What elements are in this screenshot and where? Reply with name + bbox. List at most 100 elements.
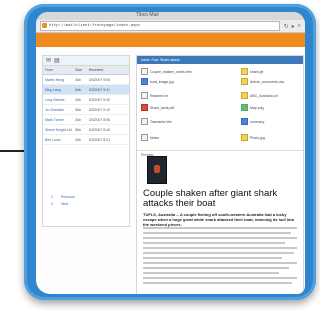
row-from: Ben Lowe: [45, 137, 61, 142]
attachment-label: boat_image.jpg: [150, 79, 174, 84]
url-field[interactable]: http://mailclient/frontpage/index.aspx: [40, 21, 280, 31]
row-from: Simon Knight Ltd: [45, 127, 72, 132]
row-from: Mark Turner: [45, 117, 64, 122]
image-file-icon: [141, 78, 148, 85]
row-size: 3kb: [75, 117, 81, 122]
folder-icon[interactable]: ▤: [54, 57, 60, 64]
article-headline: Couple shaken after giant shark attacks …: [143, 188, 278, 209]
row-size: 2kb: [75, 97, 81, 102]
list-row[interactable]: Simon Knight Ltd 8kb 3/3/2007 8:40: [43, 125, 129, 135]
row-received: 3/3/2007 8:40: [88, 127, 111, 132]
search-icon[interactable]: ⌕: [298, 23, 301, 30]
pager-item[interactable]: 2 Next: [51, 201, 75, 208]
row-from: Martin Hong: [45, 77, 65, 82]
attachment-item[interactable]: shark.gif: [241, 68, 263, 75]
refresh-icon[interactable]: ↻: [284, 23, 289, 30]
attachment-label: Shark_facts.pdf: [150, 105, 175, 110]
device-frame: Tibco Mail http://mailclient/frontpage/i…: [24, 4, 316, 300]
attachment-item[interactable]: Readme.txt: [141, 92, 168, 99]
photo-file-icon: [241, 134, 248, 141]
browser-nav-icons: ↻ ▸ ⌕: [284, 23, 301, 30]
message-list-pane: ✉ ▤ From Size Received Martin Hong 4kb 3…: [42, 55, 130, 227]
row-size: 5kb: [75, 107, 81, 112]
pager-label: Previous: [60, 195, 75, 199]
notes-file-icon: [141, 134, 148, 141]
attachment-grid: Couple_shaken_shark.htm shark.gif boat_i…: [137, 64, 303, 151]
list-pager: 1 Previous 2 Next: [51, 194, 75, 208]
attachment-item[interactable]: boat_image.jpg: [141, 78, 174, 85]
pager-label: Next: [60, 202, 69, 206]
col-size[interactable]: Size: [75, 68, 88, 72]
attachment-label: Article_comments.doc: [250, 79, 285, 84]
attachment-item[interactable]: summary: [241, 118, 264, 125]
row-received: 3/3/2007 9:41: [88, 87, 111, 92]
attachment-label: Couple_shaken_shark.htm: [150, 69, 192, 74]
row-received: 3/3/2007 8:55: [88, 117, 111, 122]
col-received[interactable]: Received: [89, 68, 129, 72]
summary-file-icon: [241, 118, 248, 125]
screen: Tibco Mail http://mailclient/frontpage/i…: [36, 12, 305, 294]
attachment-item[interactable]: Map.png: [241, 104, 264, 111]
row-from: Jo Chandler: [45, 107, 64, 112]
pdf-file-icon: [141, 104, 148, 111]
article-body: [143, 227, 297, 287]
row-received: 3/3/2007 9:12: [88, 107, 111, 112]
attachment-item[interactable]: ABC_Australia.url: [241, 92, 278, 99]
row-size: 2kb: [75, 137, 81, 142]
doc-file-icon: [241, 78, 248, 85]
attachment-item[interactable]: Shark_facts.pdf: [141, 104, 174, 111]
link-file-icon: [241, 92, 248, 99]
favicon-icon: [42, 23, 47, 28]
row-size: 8kb: [75, 127, 81, 132]
go-icon[interactable]: ▸: [292, 23, 295, 30]
pager-num: 1: [51, 195, 53, 199]
attachment-label: shark.gif: [250, 69, 264, 74]
pager-num: 2: [51, 202, 53, 206]
row-received: 3/3/2007 9:30: [88, 97, 111, 102]
attachment-item[interactable]: Tasmania.htm: [141, 118, 172, 125]
list-row[interactable]: Martin Hong 4kb 3/3/2007 9:54: [43, 75, 129, 85]
attachment-label: Notes: [150, 135, 160, 140]
browser-titlebar: Tibco Mail: [36, 12, 305, 20]
window-title: Tibco Mail: [136, 12, 159, 18]
attachment-label: Map.png: [250, 105, 264, 110]
row-size: 4kb: [75, 77, 81, 82]
list-header: From Size Received: [43, 66, 129, 75]
message-detail-pane: Inbox: Fwd: Shark attack Couple_shaken_s…: [136, 55, 304, 294]
app-content: ✉ ▤ From Size Received Martin Hong 4kb 3…: [36, 47, 305, 294]
row-size: 6kb: [75, 87, 81, 92]
row-from: Meg Lang: [45, 87, 61, 92]
file-icon: [141, 68, 148, 75]
list-row[interactable]: Jo Chandler 5kb 3/3/2007 9:12: [43, 105, 129, 115]
pager-item[interactable]: 1 Previous: [51, 194, 75, 201]
col-from[interactable]: From: [43, 68, 75, 72]
article-lead: TUFLS, Australia -- A couple fishing off…: [143, 212, 295, 227]
row-received: 3/3/2007 8:21: [88, 137, 111, 142]
attachment-label: Readme.txt: [150, 93, 168, 98]
article-photo: [147, 156, 167, 184]
attachment-item[interactable]: Article_comments.doc: [241, 78, 284, 85]
list-row-selected[interactable]: Meg Lang 6kb 3/3/2007 9:41: [43, 85, 129, 95]
list-row[interactable]: Ben Lowe 2kb 3/3/2007 8:21: [43, 135, 129, 145]
detail-header: Inbox: Fwd: Shark attack: [137, 56, 303, 64]
row-received: 3/3/2007 9:54: [88, 77, 111, 82]
list-row[interactable]: Mark Turner 3kb 3/3/2007 8:55: [43, 115, 129, 125]
html-file-icon: [141, 118, 148, 125]
image-file-icon: [241, 68, 248, 75]
attachment-label: ABC_Australia.url: [250, 93, 278, 98]
url-text: http://mailclient/frontpage/index.aspx: [49, 24, 141, 28]
new-mail-icon[interactable]: ✉: [46, 57, 51, 64]
attachment-label: Tasmania.htm: [150, 119, 172, 124]
list-row[interactable]: Lucy Barnes 2kb 3/3/2007 9:30: [43, 95, 129, 105]
address-bar-row: http://mailclient/frontpage/index.aspx ↻…: [36, 20, 305, 33]
row-from: Lucy Barnes: [45, 97, 65, 102]
attachment-label: Photo.jpg: [250, 135, 265, 140]
image-file-icon: [241, 104, 248, 111]
text-file-icon: [141, 92, 148, 99]
attachment-item[interactable]: Couple_shaken_shark.htm: [141, 68, 192, 75]
app-header-bar: [36, 33, 305, 47]
attachment-label: summary: [250, 119, 265, 124]
attachment-item[interactable]: Notes: [141, 134, 159, 141]
list-toolbar: ✉ ▤: [43, 56, 129, 66]
attachment-item[interactable]: Photo.jpg: [241, 134, 265, 141]
